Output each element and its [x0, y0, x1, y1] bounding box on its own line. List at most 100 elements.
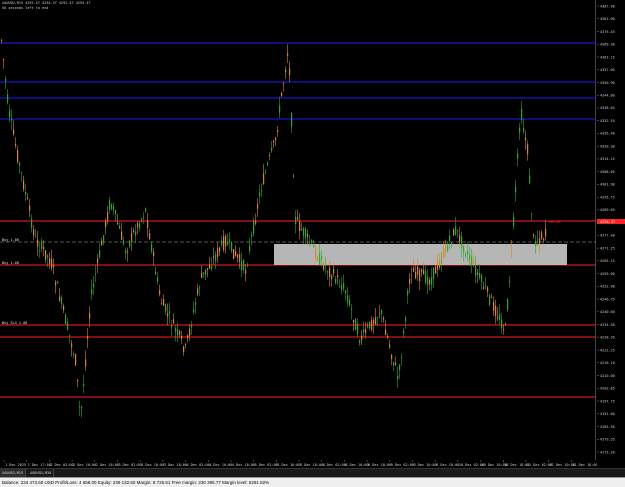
candle-body: [341, 285, 343, 291]
candle-body: [279, 105, 281, 113]
candle-body: [391, 354, 393, 359]
tab-audusd-m30[interactable]: AUDUSD,M30: [28, 469, 55, 477]
candle-body: [351, 308, 353, 310]
price-chart[interactable]: Buy_1.00 Buy_1.00 Buy_SL4_1.00 100.00 XAUUS…: [0, 0, 596, 460]
candle-body: [315, 248, 317, 259]
candle-body: [389, 344, 391, 348]
candle-body: [519, 127, 521, 133]
candle-body: [225, 236, 227, 247]
candle-body: [107, 212, 109, 221]
price-label: 4179.35: [600, 438, 615, 442]
candle-body: [511, 247, 513, 249]
candle-body: [425, 271, 427, 283]
candle-body: [457, 229, 459, 232]
chart-info-line-2: 50 seconds left to end: [2, 5, 49, 10]
candle-body: [309, 242, 311, 244]
candle-body: [439, 259, 441, 268]
candle-body: [487, 287, 489, 292]
candle-body: [337, 275, 339, 278]
candle-body: [277, 130, 279, 132]
time-label: 3 Dec 02:00: [118, 463, 141, 467]
candle-body: [287, 53, 289, 56]
candle-body: [239, 254, 241, 262]
candle-body: [419, 270, 421, 281]
candle-body: [79, 406, 81, 408]
candle-body: [345, 290, 347, 293]
candlestick-chart[interactable]: Buy_1.00 Buy_1.00 Buy_SL4_1.00 100.00: [0, 0, 596, 460]
candle-body: [39, 250, 41, 252]
time-label: 1 Dec 2025: [5, 463, 26, 467]
candle-body: [53, 265, 55, 268]
candle-body: [377, 316, 379, 318]
candle-body: [99, 250, 101, 258]
candle-body: [125, 249, 127, 254]
price-label: 4185.50: [600, 425, 615, 429]
price-label: 4240.60: [600, 310, 615, 314]
candle-body: [397, 375, 399, 380]
candle-body: [145, 208, 147, 212]
price-label: 4222.25: [600, 348, 615, 352]
candle-body: [95, 274, 97, 276]
candle-body: [235, 251, 237, 256]
candle-body: [197, 288, 199, 294]
candle-body: [171, 325, 173, 327]
candle-body: [359, 340, 361, 343]
candle-body: [421, 269, 423, 272]
candle-body: [285, 69, 287, 73]
candle-body: [243, 260, 245, 270]
time-label: 8 Dec 02:00: [323, 463, 346, 467]
candle-body: [149, 233, 151, 240]
price-label: 4173.20: [600, 450, 615, 454]
time-label: 5 Dec 10:00: [277, 463, 300, 467]
candle-body: [93, 283, 95, 288]
candle-body: [109, 200, 111, 210]
candle-body: [297, 217, 299, 220]
time-label: 10 Dec 18:00: [504, 463, 529, 467]
current-price-label: 4294.37: [600, 220, 615, 224]
tab-xauusd-m15[interactable]: XAUUSD,M15: [0, 469, 27, 477]
price-label: 4271.25: [600, 246, 615, 250]
candle-body: [223, 236, 225, 250]
price-label: 4381.00: [600, 17, 615, 21]
price-axis: 4387.90 4381.00 4375.45 4369.30 4363.15 4357.…: [597, 4, 625, 454]
candle-body: [37, 239, 39, 247]
candle-body: [11, 118, 13, 121]
candle-body: [55, 282, 57, 286]
price-label: 4246.75: [600, 297, 615, 301]
time-label: 4 Dec 18:00: [232, 463, 255, 467]
candle-body: [501, 319, 503, 329]
candle-body: [329, 267, 331, 277]
candle-body: [373, 320, 375, 324]
candle-body: [259, 192, 261, 197]
candle-body: [75, 354, 77, 366]
candle-body: [291, 113, 293, 127]
candle-body: [83, 383, 85, 387]
candle-body: [135, 231, 137, 236]
candle-body: [111, 204, 113, 209]
line-tag: Buy_SL4_1.00: [2, 321, 27, 325]
candle-body: [529, 175, 531, 184]
candle-body: [101, 240, 103, 246]
price-label: 4228.35: [600, 336, 615, 340]
candle-body: [49, 258, 51, 264]
candle-body: [231, 242, 233, 252]
candle-body: [485, 285, 487, 287]
candle-body: [255, 221, 257, 224]
candle-body: [185, 344, 187, 346]
price-label: 4210.00: [600, 374, 615, 378]
time-axis: 1 Dec 2025 1 Dec 17:00 2 Dec 02:00 2 Dec 10…: [3, 460, 597, 467]
candle-body: [423, 269, 425, 275]
price-label: 4332.55: [600, 119, 615, 123]
candle-body: [211, 266, 213, 269]
candle-body: [167, 313, 169, 317]
candle-body: [499, 314, 501, 321]
time-label: 3 Dec 10:00: [141, 463, 164, 467]
candle-body: [177, 329, 179, 336]
candle-body: [17, 150, 19, 162]
candle-body: [127, 251, 129, 253]
candle-body: [349, 299, 351, 306]
price-label: 4308.05: [600, 170, 615, 174]
price-label: 4216.10: [600, 361, 615, 365]
candle-body: [193, 309, 195, 313]
candle-body: [535, 241, 537, 246]
